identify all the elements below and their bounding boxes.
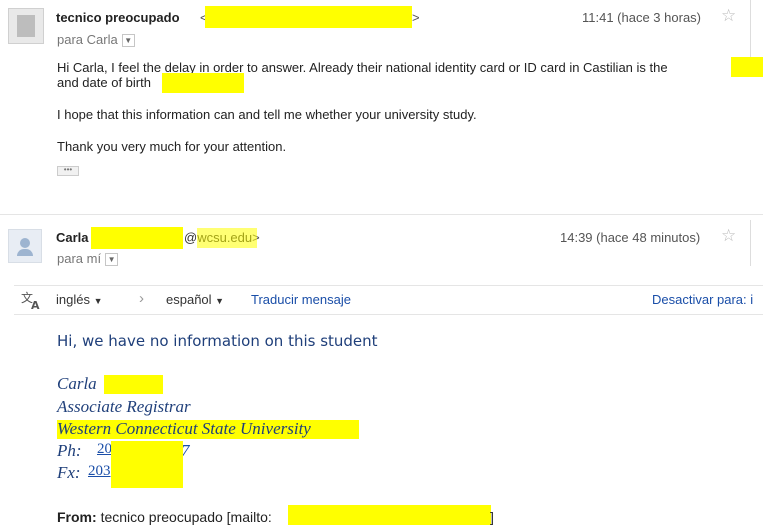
star-icon[interactable]: ☆	[721, 6, 736, 26]
message-paragraph-3: Thank you very much for your attention.	[57, 139, 287, 154]
recipient-text-2: para mí	[57, 251, 102, 266]
signature-university: Western Connecticut State University	[57, 419, 311, 438]
target-language-select[interactable]: español ▼	[166, 292, 224, 307]
svg-text:A: A	[31, 299, 40, 310]
redacted-mailto	[288, 505, 491, 525]
recipient-line[interactable]: para Carla ▼	[57, 32, 135, 48]
chevron-right-icon: ›	[139, 290, 144, 307]
fax-link-start[interactable]: 203	[88, 463, 111, 480]
caret-down-icon[interactable]: ▼	[121, 34, 135, 48]
translate-icon: 文 A	[20, 290, 42, 312]
redacted-phone-fax	[111, 441, 183, 488]
redacted-id	[731, 57, 763, 77]
message-divider	[0, 214, 763, 215]
sender-email-close: >	[412, 10, 420, 25]
message-time-2: 14:39 (hace 48 minutos)	[560, 230, 701, 245]
sender-name[interactable]: tecnico preocupado	[56, 10, 180, 25]
disable-translation-link[interactable]: Desactivar para: i	[652, 292, 753, 307]
person-icon	[20, 238, 30, 248]
fax-label: Fx:	[57, 463, 81, 482]
from-close: ]	[490, 509, 494, 525]
message-time: 11:41 (hace 3 horas)	[582, 10, 701, 25]
sender-name-2[interactable]: Carla	[56, 230, 89, 245]
recipient-text: para Carla	[57, 32, 118, 47]
sender-avatar-2[interactable]	[8, 229, 42, 263]
redacted-birthdate	[162, 73, 244, 93]
translate-bar: 文 A inglés ▼ › español ▼ Traducir mensaj…	[14, 285, 763, 315]
highlight-domain	[197, 228, 257, 248]
reply-text: Hi, we have no information on this stude…	[57, 332, 378, 350]
signature-title: Associate Registrar	[57, 397, 191, 416]
source-language-select[interactable]: inglés ▼	[56, 292, 103, 307]
sender-avatar[interactable]	[8, 8, 44, 44]
phone-link-start[interactable]: 20	[97, 441, 112, 458]
translate-message-link[interactable]: Traducir mensaje	[251, 292, 351, 307]
recipient-line-2[interactable]: para mí ▼	[57, 251, 119, 267]
message-paragraph-1b: and date of birth	[57, 75, 151, 90]
redacted-email	[205, 6, 412, 28]
from-line: From: tecnico preocupado [mailto:	[57, 509, 272, 525]
header-divider	[750, 0, 751, 62]
message-paragraph-2: I hope that this information can and tel…	[57, 107, 477, 122]
star-icon[interactable]: ☆	[721, 226, 736, 246]
header-divider-2	[750, 220, 751, 266]
signature-name: Carla	[57, 374, 97, 393]
redacted-email-2	[91, 227, 183, 249]
phone-label: Ph:	[57, 441, 82, 460]
show-trimmed-button[interactable]: •••	[57, 166, 79, 176]
redacted-surname	[104, 375, 163, 394]
caret-down-icon[interactable]: ▼	[105, 253, 119, 267]
